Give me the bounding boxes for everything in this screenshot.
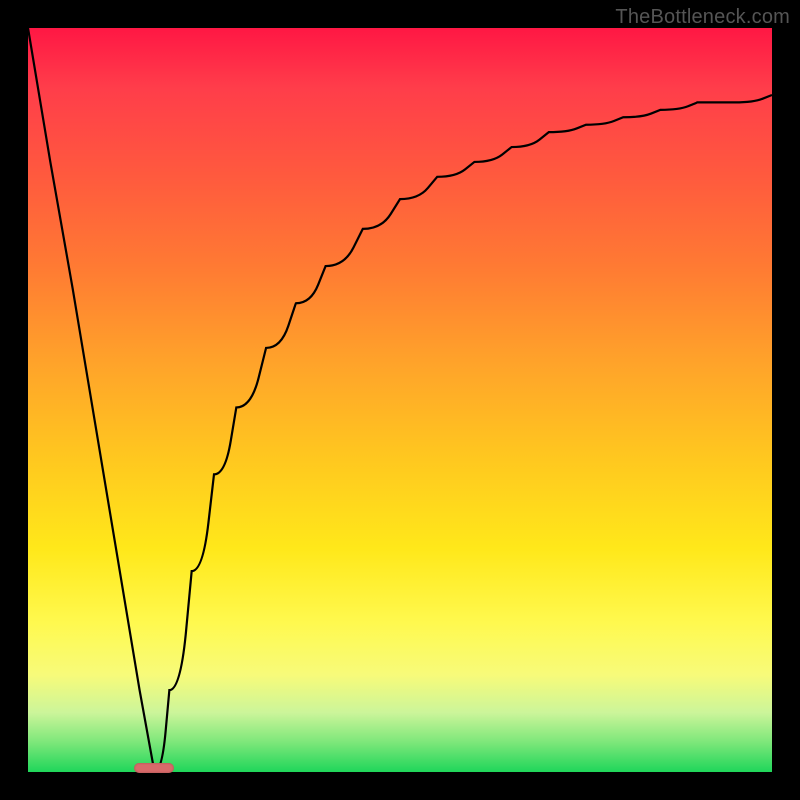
plot-area [28,28,772,772]
chart-frame: TheBottleneck.com [0,0,800,800]
curve-path [28,28,772,772]
attribution-text: TheBottleneck.com [615,6,790,29]
bottleneck-curve [28,28,772,772]
optimum-marker [134,763,174,773]
